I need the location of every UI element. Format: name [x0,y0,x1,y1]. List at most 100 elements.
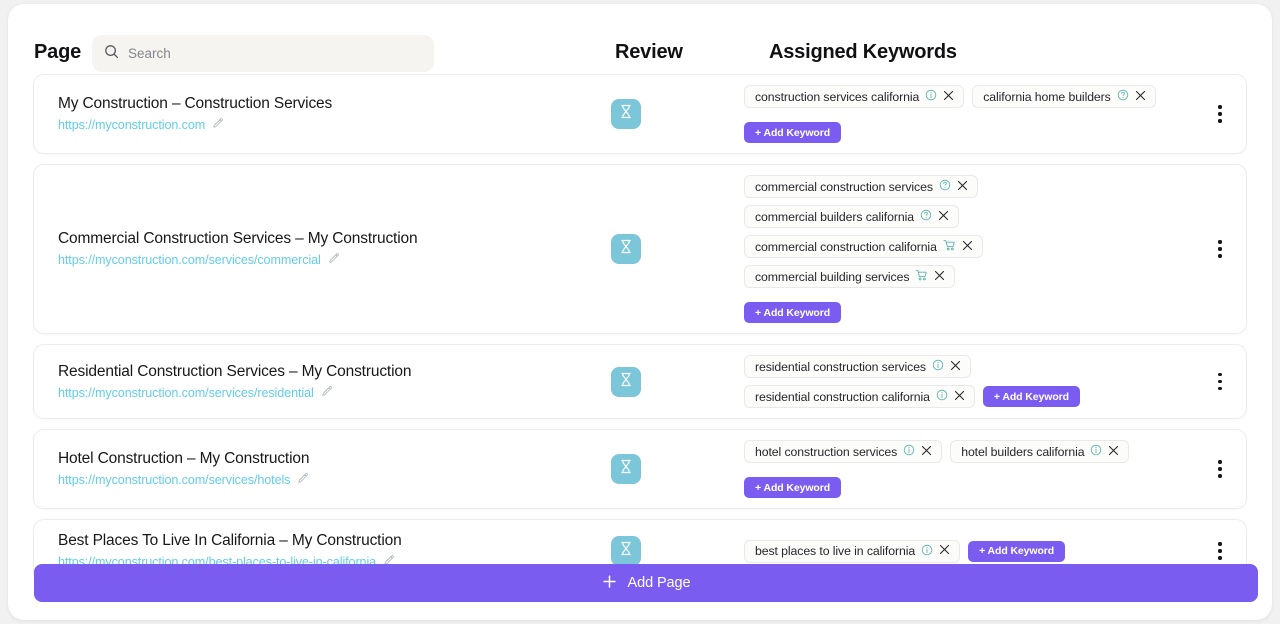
assigned-keywords-cell: residential construction services residen… [744,345,1246,418]
hourglass-icon [619,104,633,124]
info-circle-icon[interactable] [936,389,948,404]
info-circle-icon[interactable] [1090,444,1102,459]
shopping-cart-icon[interactable] [943,239,956,254]
pencil-icon[interactable] [297,471,309,489]
keyword-label: commercial construction california [755,239,937,254]
remove-keyword-icon[interactable] [957,180,968,194]
keyword-chip[interactable]: commercial construction california [744,235,983,258]
review-column-header: Review [615,41,683,63]
keyword-chip[interactable]: commercial builders california [744,205,959,228]
hourglass-icon [619,372,633,392]
page-title: Best Places To Live In California – My C… [58,532,402,549]
keyword-label: commercial building services [755,269,910,284]
keyword-label: residential construction california [755,389,930,404]
review-cell [594,366,744,397]
page-url-line: https://myconstruction.com/services/hote… [58,471,594,489]
keyword-label: hotel builders california [961,444,1085,459]
keyword-label: commercial builders california [755,209,914,224]
remove-keyword-icon[interactable] [938,210,949,224]
keyword-chip[interactable]: hotel builders california [950,440,1130,463]
keyword-chip[interactable]: california home builders [972,85,1156,108]
keyword-label: construction services california [755,89,920,104]
page-url-link[interactable]: https://myconstruction.com [58,118,205,132]
keyword-label: best places to live in california [755,544,916,558]
review-status-button[interactable] [611,366,641,397]
add-keyword-button[interactable]: + Add Keyword [744,302,842,323]
review-cell [594,234,744,264]
review-status-button[interactable] [611,99,641,129]
keyword-label: residential construction services [755,359,926,374]
review-status-button[interactable] [611,234,641,264]
remove-keyword-icon[interactable] [1108,445,1119,459]
page-url-link[interactable]: https://myconstruction.com/services/resi… [58,386,314,400]
remove-keyword-icon[interactable] [934,270,945,284]
row-content: Residential Construction Services – My C… [34,345,1246,418]
add-page-button[interactable]: Add Page [34,564,1258,602]
hourglass-icon [619,541,633,561]
review-cell [594,99,744,129]
search-icon [104,44,119,64]
add-keyword-button[interactable]: + Add Keyword [982,386,1080,407]
keyword-chip[interactable]: residential construction services [744,355,971,378]
info-circle-icon[interactable] [903,444,915,459]
review-status-button[interactable] [611,454,641,484]
add-keyword-button[interactable]: + Add Keyword [968,540,1066,562]
page-url-line: https://myconstruction.com [58,116,594,134]
info-circle-icon[interactable] [925,89,937,104]
kebab-menu-icon[interactable] [1208,369,1232,395]
kebab-menu-icon[interactable] [1208,456,1232,482]
search-box[interactable] [92,35,434,72]
remove-keyword-icon[interactable] [950,360,961,374]
assigned-keywords-column-header: Assigned Keywords [769,41,957,63]
pencil-icon[interactable] [328,251,340,269]
page-column-header: Page [34,41,82,63]
remove-keyword-icon[interactable] [943,90,954,104]
keyword-chip[interactable]: best places to live in california [744,539,961,563]
page-title: Commercial Construction Services – My Co… [58,230,418,247]
pages-panel: Page Review Assigned Keywords My Constru… [8,4,1272,620]
table-row: My Construction – Construction Services h… [33,74,1247,154]
page-title: My Construction – Construction Services [58,95,333,112]
add-page-label: Add Page [627,575,691,591]
keyword-label: hotel construction services [755,444,898,459]
question-circle-icon[interactable] [920,209,932,224]
remove-keyword-icon[interactable] [1135,90,1146,104]
page-cell: My Construction – Construction Services h… [34,94,594,134]
kebab-menu-icon[interactable] [1208,101,1232,127]
keyword-label: commercial construction services [755,179,933,194]
remove-keyword-icon[interactable] [939,544,950,558]
keyword-chip[interactable]: commercial building services [744,265,956,288]
pencil-icon[interactable] [212,116,224,134]
shopping-cart-icon[interactable] [915,269,928,284]
add-keyword-button[interactable]: + Add Keyword [744,477,842,498]
question-circle-icon[interactable] [1117,89,1129,104]
keyword-chip[interactable]: construction services california [744,85,965,108]
question-circle-icon[interactable] [939,179,951,194]
remove-keyword-icon[interactable] [921,445,932,459]
info-circle-icon[interactable] [932,359,944,374]
keyword-chip[interactable]: hotel construction services [744,440,943,463]
kebab-menu-icon[interactable] [1208,236,1232,262]
table-row: Residential Construction Services – My C… [33,344,1247,419]
info-circle-icon[interactable] [921,544,933,559]
page-cell: Hotel Construction – My Construction http… [34,449,594,489]
keyword-chip[interactable]: residential construction california [744,385,975,408]
kebab-menu-icon[interactable] [1208,538,1232,564]
add-keyword-button[interactable]: + Add Keyword [744,122,842,143]
assigned-keywords-cell: construction services california californ… [744,75,1246,153]
page-url-line: https://myconstruction.com/services/resi… [58,384,594,402]
search-input[interactable] [128,46,422,61]
table-row: Commercial Construction Services – My Co… [33,164,1247,334]
page-url-link[interactable]: https://myconstruction.com/services/hote… [58,473,290,487]
plus-icon [602,574,617,593]
remove-keyword-icon[interactable] [954,390,965,404]
page-cell: Commercial Construction Services – My Co… [34,229,594,269]
keyword-chip[interactable]: commercial construction services [744,175,978,198]
assigned-keywords-cell: hotel construction services hotel builder… [744,430,1246,508]
page-url-link[interactable]: https://myconstruction.com/services/comm… [58,253,321,267]
page-url-line: https://myconstruction.com/services/comm… [58,251,594,269]
review-status-button[interactable] [611,536,641,566]
pencil-icon[interactable] [321,384,333,402]
remove-keyword-icon[interactable] [962,240,973,254]
table-header: Page Review Assigned Keywords [8,4,1272,74]
